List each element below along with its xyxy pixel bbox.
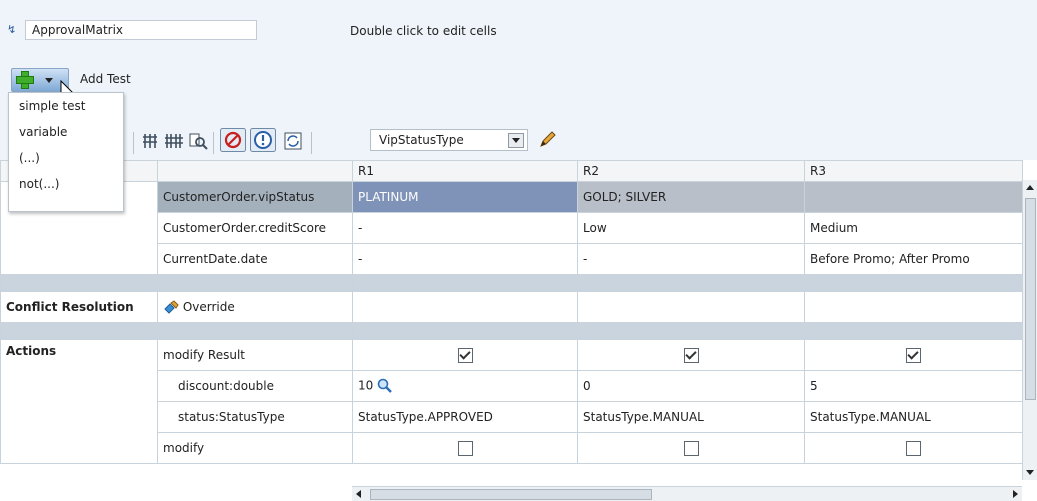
action-label[interactable]: modify Result: [157, 339, 353, 371]
parameter-label[interactable]: status:StatusType: [157, 401, 353, 433]
parameter-cell[interactable]: 0: [577, 370, 805, 402]
action-label[interactable]: modify: [157, 432, 353, 464]
section-divider: [0, 274, 1023, 292]
conflict-resolution-label: Conflict Resolution: [0, 291, 158, 323]
action-checkbox[interactable]: [457, 347, 473, 363]
decision-table: R1 R2 R3 CustomerOrder.vipStatus PLATINU…: [0, 160, 1023, 464]
chevron-down-icon[interactable]: [508, 133, 524, 148]
parameter-cell[interactable]: StatusType.APPROVED: [352, 401, 578, 433]
action-checkbox-cell[interactable]: [577, 432, 805, 464]
condition-cell[interactable]: Before Promo; After Promo: [804, 243, 1023, 275]
find-icon[interactable]: [188, 132, 208, 150]
menu-item-expression[interactable]: (...): [9, 145, 123, 171]
action-checkbox[interactable]: [683, 440, 699, 456]
override-label: Override: [182, 299, 235, 314]
add-row-icon[interactable]: [164, 132, 184, 150]
alert-icon[interactable]: [250, 128, 276, 152]
conflict-stop-icon[interactable]: [220, 128, 246, 152]
plus-icon: [15, 70, 34, 89]
override-icon: [164, 300, 179, 314]
section-divider: [0, 322, 1023, 340]
action-checkbox-cell[interactable]: [804, 432, 1023, 464]
edit-hint: Double click to edit cells: [350, 24, 497, 38]
parameter-cell[interactable]: 5: [804, 370, 1023, 402]
conflict-cell[interactable]: [577, 291, 805, 323]
condition-label[interactable]: CustomerOrder.creditScore: [157, 212, 353, 244]
search-icon[interactable]: [377, 378, 393, 394]
parameter-cell[interactable]: 10: [352, 370, 578, 402]
action-checkbox[interactable]: [457, 440, 473, 456]
bucketset-select[interactable]: VipStatusType: [370, 129, 528, 151]
actions-label: Actions: [0, 339, 158, 464]
pencil-icon[interactable]: [538, 131, 556, 149]
menu-item-not[interactable]: not(...): [9, 171, 123, 197]
parameter-label[interactable]: discount:double: [157, 370, 353, 402]
condition-cell[interactable]: -: [577, 243, 805, 275]
parameter-value: 10: [358, 378, 374, 393]
horizontal-scrollbar[interactable]: [352, 486, 1022, 501]
action-checkbox-cell[interactable]: [804, 339, 1023, 371]
action-checkbox-cell[interactable]: [352, 432, 578, 464]
toolbar-separator: [311, 132, 312, 154]
column-header-r1[interactable]: R1: [352, 160, 578, 182]
conflict-cell[interactable]: [352, 291, 578, 323]
toolbar-separator: [133, 132, 134, 154]
scroll-left-icon[interactable]: [356, 490, 361, 498]
condition-label[interactable]: CustomerOrder.vipStatus: [157, 181, 353, 213]
condition-row: CustomerOrder.vipStatus PLATINUM GOLD; S…: [0, 181, 1023, 275]
conflict-resolution-cell[interactable]: Override: [157, 291, 353, 323]
condition-cell[interactable]: [804, 181, 1023, 213]
menu-item-variable[interactable]: variable: [9, 119, 123, 145]
ruleset-name-field[interactable]: [25, 20, 257, 40]
condition-cell[interactable]: Low: [577, 212, 805, 244]
vertical-scrollbar[interactable]: [1022, 180, 1037, 480]
column-header-r3[interactable]: R3: [804, 160, 1023, 182]
refresh-icon[interactable]: [284, 132, 302, 150]
scroll-thumb[interactable]: [370, 489, 652, 500]
add-test-label: Add Test: [80, 72, 131, 86]
conflict-resolution-row: Conflict Resolution Override: [0, 291, 1023, 323]
action-checkbox[interactable]: [906, 440, 921, 456]
scroll-up-icon[interactable]: [1026, 185, 1034, 190]
action-checkbox-cell[interactable]: [352, 339, 578, 371]
chevron-down-icon: [45, 78, 53, 83]
parameter-cell[interactable]: StatusType.MANUAL: [577, 401, 805, 433]
scroll-down-icon[interactable]: [1026, 470, 1034, 475]
collapse-chevron-icon[interactable]: ↯: [7, 23, 16, 36]
toolbar-separator: [213, 132, 214, 154]
action-checkbox-cell[interactable]: [577, 339, 805, 371]
condition-cell[interactable]: GOLD; SILVER: [577, 181, 805, 213]
bucketset-value: VipStatusType: [379, 133, 464, 147]
condition-cell[interactable]: Medium: [804, 212, 1023, 244]
action-checkbox[interactable]: [683, 347, 699, 363]
condition-cell[interactable]: PLATINUM: [352, 181, 578, 213]
add-test-menu: simple test variable (...) not(...): [8, 92, 124, 212]
conflict-cell[interactable]: [804, 291, 1023, 323]
condition-cell[interactable]: -: [352, 243, 578, 275]
menu-item-simple-test[interactable]: simple test: [9, 93, 123, 119]
scroll-thumb[interactable]: [1025, 198, 1036, 400]
parameter-cell[interactable]: StatusType.MANUAL: [804, 401, 1023, 433]
action-checkbox[interactable]: [906, 347, 921, 363]
column-header-r2[interactable]: R2: [577, 160, 805, 182]
action-row: Actions modify Result: [0, 339, 1023, 464]
condition-label[interactable]: CurrentDate.date: [157, 243, 353, 275]
add-column-icon[interactable]: [142, 132, 158, 150]
scroll-right-icon[interactable]: [1013, 490, 1018, 498]
header-corner: [157, 160, 353, 182]
condition-cell[interactable]: -: [352, 212, 578, 244]
